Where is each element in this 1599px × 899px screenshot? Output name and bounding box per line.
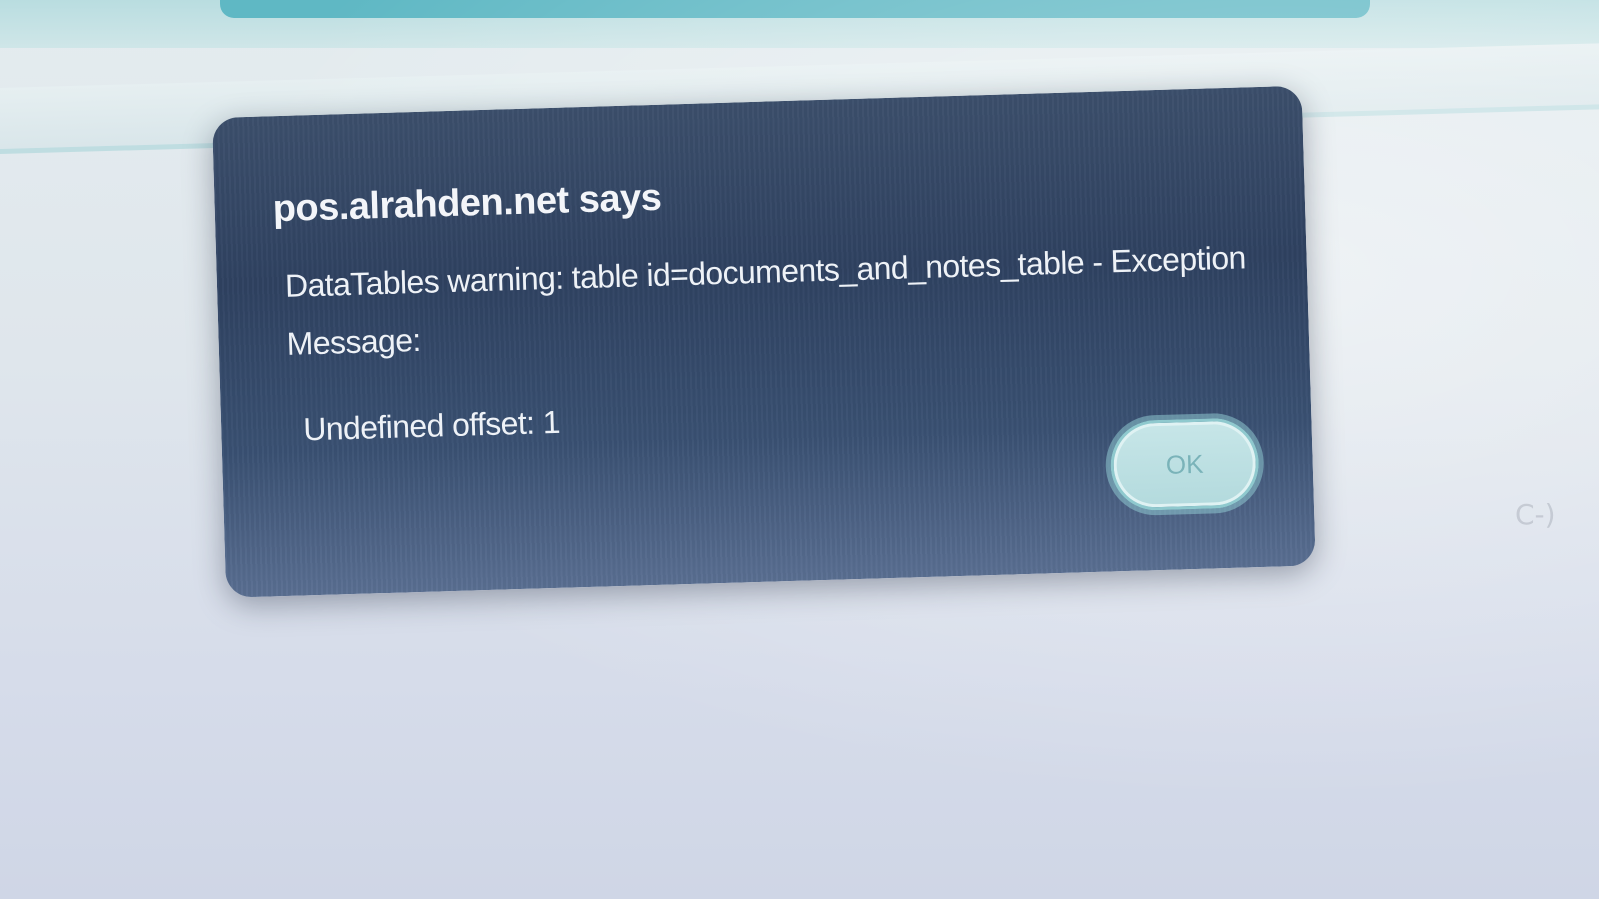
alert-dialog: pos.alrahden.net says DataTables warning…	[212, 85, 1316, 598]
dialog-message-line: Message:	[286, 321, 422, 362]
dialog-message-line: DataTables warning: table id=documents_a…	[284, 239, 1247, 304]
dialog-message-line: Undefined offset: 1	[302, 403, 561, 448]
dialog-title: pos.alrahden.net says	[272, 176, 662, 231]
dialog-overlay: pos.alrahden.net says DataTables warning…	[0, 0, 1599, 899]
ok-button[interactable]: OK	[1109, 417, 1261, 512]
